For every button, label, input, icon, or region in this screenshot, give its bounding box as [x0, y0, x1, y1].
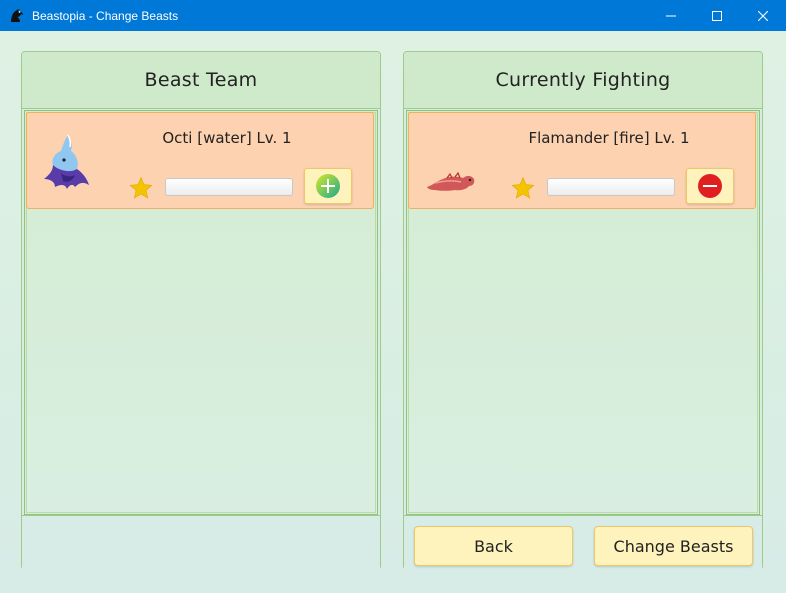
star-icon[interactable] [129, 176, 153, 200]
minimize-icon [666, 15, 676, 16]
title-bar: Beastopia - Change Beasts [0, 0, 786, 31]
close-icon [758, 10, 768, 21]
add-to-fight-button[interactable] [304, 168, 352, 204]
star-icon[interactable] [511, 176, 535, 200]
beast-team-title: Beast Team [22, 52, 380, 109]
remove-from-fight-button[interactable] [686, 168, 734, 204]
currently-fighting-panel: Currently Fighting Flamander [fire] Lv. … [403, 51, 763, 570]
beast-team-panel: Beast Team Octi [water] Lv. 1 [21, 51, 381, 570]
beast-name: Octi [water] Lv. 1 [162, 129, 292, 147]
maximize-icon [712, 10, 722, 21]
beast-name: Flamander [fire] Lv. 1 [528, 129, 690, 147]
flamander-sprite [427, 171, 475, 191]
beast-team-footer [22, 515, 380, 570]
beast-team-list[interactable]: Octi [water] Lv. 1 [24, 110, 378, 515]
back-button[interactable]: Back [414, 526, 573, 566]
close-button[interactable] [740, 0, 786, 31]
maximize-button[interactable] [694, 0, 740, 31]
plus-icon [316, 174, 340, 198]
experience-bar [547, 178, 675, 196]
minimize-button[interactable] [648, 0, 694, 31]
currently-fighting-footer: Back Change Beasts [404, 515, 762, 570]
client-area: Beast Team Octi [water] Lv. 1 Currently … [0, 31, 786, 593]
experience-bar [165, 178, 293, 196]
beast-card-octi[interactable]: Octi [water] Lv. 1 [26, 112, 374, 209]
dragon-logo-icon [11, 9, 23, 22]
change-beasts-button[interactable]: Change Beasts [594, 526, 753, 566]
currently-fighting-list[interactable]: Flamander [fire] Lv. 1 [406, 110, 760, 515]
minus-icon [698, 174, 722, 198]
beast-card-flamander[interactable]: Flamander [fire] Lv. 1 [408, 112, 756, 209]
window-title: Beastopia - Change Beasts [32, 9, 179, 23]
octi-sprite [44, 134, 89, 189]
currently-fighting-title: Currently Fighting [404, 52, 762, 109]
